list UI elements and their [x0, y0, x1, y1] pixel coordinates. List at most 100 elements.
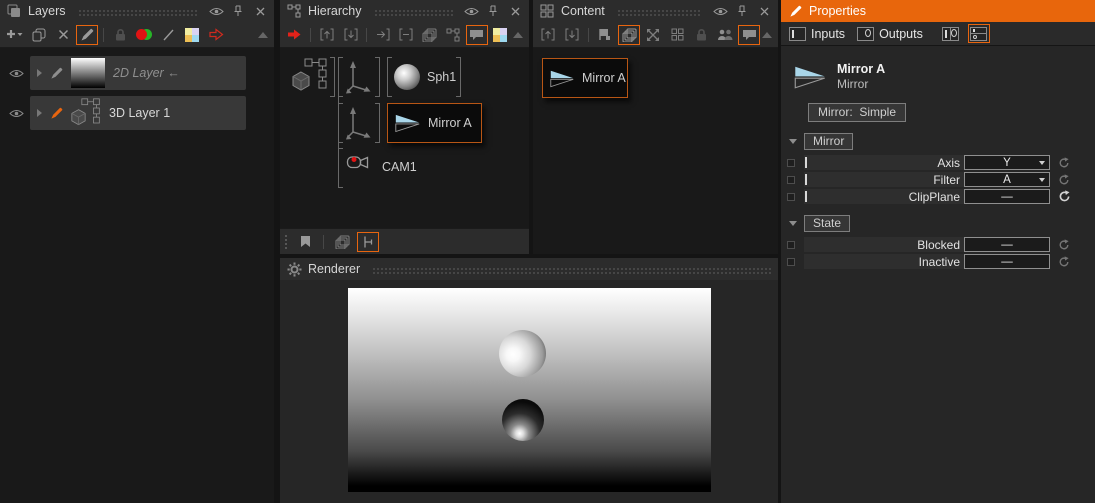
comment-bubble-icon[interactable]: [738, 25, 760, 45]
users-icon[interactable]: [714, 25, 736, 45]
dropdown-value: A: [1003, 174, 1011, 186]
checkbox[interactable]: [787, 241, 795, 249]
cube-hierarchy-icon: [71, 98, 101, 128]
property-label: Axis: [807, 156, 964, 170]
export-up-icon[interactable]: [537, 25, 559, 45]
lock-icon[interactable]: [690, 25, 712, 45]
toolbar-separator: [310, 28, 311, 42]
filter-dropdown[interactable]: A: [964, 172, 1050, 187]
center-view-icon[interactable]: [642, 25, 664, 45]
pin-icon[interactable]: [230, 3, 246, 19]
property-row-blocked: Blocked —: [781, 237, 1095, 252]
tree-node-label[interactable]: CAM1: [382, 160, 417, 174]
clipplane-field[interactable]: —: [964, 189, 1050, 204]
palette-icon[interactable]: [490, 25, 511, 45]
slash-icon[interactable]: [157, 25, 179, 45]
tree-node-mirror-selected[interactable]: Mirror A: [387, 103, 482, 143]
tree-node-label[interactable]: Sph1: [427, 70, 456, 84]
red-green-state-icon[interactable]: [133, 25, 155, 45]
eye-icon[interactable]: [463, 3, 479, 19]
checkbox[interactable]: [787, 193, 795, 201]
export-up-icon[interactable]: [316, 25, 337, 45]
pin-icon[interactable]: [485, 3, 501, 19]
collapse-toolbar-icon[interactable]: [762, 32, 772, 38]
lock-button[interactable]: [109, 25, 131, 45]
renderer-viewport[interactable]: [348, 288, 711, 492]
checkbox[interactable]: [787, 176, 795, 184]
duplicate-layer-button[interactable]: [28, 25, 50, 45]
pin-icon[interactable]: [734, 3, 750, 19]
content-item-mirror-selected[interactable]: Mirror A: [542, 58, 628, 98]
delete-layer-button[interactable]: [52, 25, 74, 45]
checkbox[interactable]: [787, 258, 795, 266]
grid-icon[interactable]: [666, 25, 688, 45]
red-arrow-icon[interactable]: [284, 25, 305, 45]
renderer-body: [280, 288, 778, 503]
rendered-sphere: [499, 330, 546, 377]
import-down-icon[interactable]: [340, 25, 361, 45]
palette-icon[interactable]: [181, 25, 203, 45]
bookmark-icon[interactable]: [294, 232, 316, 252]
panel-title: Renderer: [308, 262, 360, 276]
insert-into-icon[interactable]: [372, 25, 393, 45]
drag-handle-icon[interactable]: [284, 234, 288, 250]
pencil-icon[interactable]: [50, 67, 63, 80]
layer-row[interactable]: 3D Layer 1: [8, 96, 274, 130]
reset-icon[interactable]: [1058, 190, 1071, 203]
close-icon[interactable]: [756, 3, 772, 19]
camera-icon[interactable]: [346, 152, 376, 174]
import-down-icon[interactable]: [561, 25, 583, 45]
comment-bubble-icon[interactable]: [466, 25, 488, 45]
tab-outputs[interactable]: Outputs: [854, 26, 926, 42]
eye-icon[interactable]: [208, 3, 224, 19]
add-layer-button[interactable]: [4, 25, 26, 45]
eye-icon[interactable]: [8, 65, 24, 81]
tab-inputs[interactable]: Inputs: [786, 26, 848, 42]
collapse-toolbar-icon[interactable]: [513, 32, 523, 38]
inactive-field[interactable]: —: [964, 254, 1050, 269]
reset-icon[interactable]: [1058, 157, 1070, 169]
sphere-icon[interactable]: [394, 64, 420, 90]
eye-icon[interactable]: [712, 3, 728, 19]
field-value: —: [1001, 239, 1013, 251]
isolate-icon[interactable]: [396, 25, 417, 45]
expand-icon[interactable]: [37, 69, 42, 77]
tree-branch-icon[interactable]: [357, 232, 379, 252]
reset-icon[interactable]: [1058, 239, 1070, 251]
content-item-label: Mirror A: [582, 71, 626, 85]
close-icon[interactable]: [252, 3, 268, 19]
edit-pencil-button[interactable]: [76, 25, 98, 45]
field-value: —: [1001, 191, 1013, 203]
expand-icon[interactable]: [37, 109, 42, 117]
blocked-field[interactable]: —: [964, 237, 1050, 252]
property-label: Inactive: [804, 255, 964, 269]
pencil-icon-active[interactable]: [50, 107, 63, 120]
mirror-mode-button[interactable]: Mirror: Simple: [808, 103, 906, 122]
checkbox[interactable]: [787, 159, 795, 167]
axes-icon[interactable]: [346, 59, 372, 95]
eye-icon[interactable]: [8, 105, 24, 121]
io-vertical-icon[interactable]: [940, 24, 962, 43]
group-header-mirror[interactable]: Mirror: [789, 133, 1095, 150]
stack-icon[interactable]: [331, 232, 353, 252]
bookmark-add-icon[interactable]: [594, 25, 616, 45]
axis-dropdown[interactable]: Y: [964, 155, 1050, 170]
reset-icon[interactable]: [1058, 174, 1070, 186]
reset-icon[interactable]: [1058, 256, 1070, 268]
content-panel: Content Mirror A: [533, 0, 778, 253]
red-arrow-icon[interactable]: [205, 25, 227, 45]
group-header-state[interactable]: State: [789, 215, 1095, 232]
hierarchy-bottom-bar: [280, 228, 529, 254]
content-list: Mirror A: [533, 48, 778, 254]
stack-icon[interactable]: [419, 25, 440, 45]
close-icon[interactable]: [507, 3, 523, 19]
axes-icon[interactable]: [346, 105, 372, 141]
hierarchy-tree: Sph1 Mirror A CAM1: [280, 48, 529, 228]
tree-icon[interactable]: [443, 25, 464, 45]
hierarchy-panel: Hierarchy: [280, 0, 529, 253]
cube-hierarchy-icon[interactable]: [292, 58, 328, 94]
collapse-toolbar-icon[interactable]: [258, 32, 268, 38]
io-horizontal-icon[interactable]: [968, 24, 990, 43]
stack-icon[interactable]: [618, 25, 640, 45]
layer-row[interactable]: 2D Layer ←: [8, 56, 274, 90]
